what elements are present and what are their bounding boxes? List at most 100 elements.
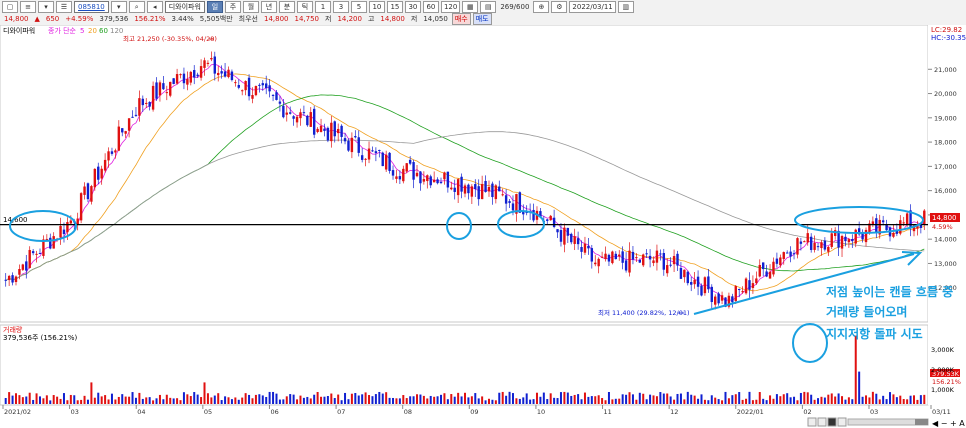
- candle-body: [107, 151, 110, 161]
- volume-bar: [789, 397, 792, 404]
- candle-body: [285, 112, 288, 115]
- tab-period-2[interactable]: 년: [260, 1, 277, 13]
- volume-bar: [796, 400, 799, 404]
- grid-icon[interactable]: ▦: [462, 1, 479, 13]
- interval-1[interactable]: 1: [314, 1, 331, 13]
- volume-bar: [361, 394, 364, 404]
- interval-3[interactable]: 3: [332, 1, 349, 13]
- volume-bar: [755, 399, 758, 404]
- candle-body: [422, 179, 426, 182]
- window-icon[interactable]: ▢: [2, 1, 18, 13]
- volume-bar: [134, 397, 137, 404]
- candle-body: [717, 293, 720, 304]
- calendar-icon[interactable]: ▥: [617, 1, 634, 13]
- candle-body: [100, 168, 103, 179]
- candle-body: [844, 236, 847, 242]
- date-input[interactable]: 2022/03/11: [569, 1, 616, 13]
- volume-bar: [895, 397, 898, 404]
- candle-body: [306, 115, 309, 126]
- volume-bar: [594, 396, 597, 404]
- tab-period-0[interactable]: 주: [224, 1, 241, 13]
- volume-bar: [847, 397, 850, 404]
- volume-bar: [450, 394, 453, 404]
- volume-bar: [285, 396, 288, 404]
- candle-body: [172, 78, 175, 85]
- candle-body: [792, 253, 796, 255]
- scroll-first-icon[interactable]: [807, 417, 817, 427]
- stock-name-field[interactable]: 디와이파워: [164, 1, 205, 13]
- menu-icon[interactable]: ≡: [20, 1, 36, 13]
- candle-body: [278, 101, 282, 104]
- y-tick-label-8: 13,000: [934, 260, 957, 268]
- candle-body: [295, 116, 299, 123]
- candle-body: [823, 240, 827, 250]
- scroll-controls[interactable]: ◀ − + A: [807, 417, 965, 428]
- volume-bar: [337, 394, 340, 404]
- volume-bar: [813, 399, 816, 404]
- volume-bar: [18, 395, 21, 404]
- candle-body: [69, 220, 73, 224]
- volume-bar: [679, 393, 682, 404]
- candle-body: [25, 261, 28, 271]
- zoom-icon[interactable]: ⊕: [533, 1, 550, 13]
- stock-code-input[interactable]: 085810: [74, 1, 109, 13]
- interval-10[interactable]: 10: [368, 1, 385, 13]
- candle-body: [357, 137, 360, 153]
- candle-body: [131, 116, 134, 118]
- chevron-down-icon[interactable]: ▾: [110, 1, 127, 13]
- volume-bar: [381, 393, 384, 404]
- y-tick-label-2: 19,000: [934, 114, 957, 122]
- quote-change: 650: [45, 15, 60, 23]
- volume-bar: [114, 399, 117, 404]
- candle-body: [309, 112, 312, 127]
- dropdown-icon[interactable]: ▾: [38, 1, 54, 13]
- candle-body: [600, 256, 604, 258]
- volume-bar: [909, 395, 912, 404]
- quote-price: 14,800: [4, 15, 29, 23]
- zoom-controls[interactable]: ◀ − + A: [932, 419, 965, 428]
- chart-icon[interactable]: ▤: [480, 1, 497, 13]
- sell-button[interactable]: 매도: [472, 13, 492, 25]
- candle-body: [854, 229, 857, 244]
- scrollbar-thumb[interactable]: [915, 419, 928, 425]
- candle-body: [217, 72, 220, 76]
- volume-bar: [429, 395, 432, 404]
- interval-15[interactable]: 15: [386, 1, 403, 13]
- interval-120[interactable]: 120: [440, 1, 461, 13]
- volume-bar: [649, 394, 652, 404]
- x-tick-label-6: 08: [404, 408, 412, 416]
- volume-bar: [693, 395, 696, 404]
- volume-bar: [100, 396, 103, 404]
- tab-day[interactable]: 일: [206, 1, 223, 13]
- tab-period-1[interactable]: 월: [242, 1, 259, 13]
- candle-body: [367, 148, 371, 160]
- candle-body: [326, 127, 330, 141]
- chart-area: 21,00020,00019,00018,00017,00016,00015,0…: [0, 25, 966, 428]
- interval-5[interactable]: 5: [350, 1, 367, 13]
- interval-30[interactable]: 30: [404, 1, 421, 13]
- buy-button[interactable]: 매수: [451, 13, 471, 25]
- volume-current: 379,536주 (156.21%): [3, 334, 77, 342]
- settings-icon[interactable]: ⚙: [551, 1, 568, 13]
- candle-body: [624, 260, 628, 271]
- candle-body: [254, 86, 258, 96]
- volume-bar: [296, 399, 299, 404]
- scroll-prev-icon[interactable]: [817, 417, 827, 427]
- candle-body: [62, 229, 66, 235]
- scroll-stop-icon[interactable]: [827, 417, 837, 427]
- volume-bar: [265, 396, 268, 404]
- candle-body: [642, 254, 645, 266]
- candle-body: [700, 285, 703, 296]
- search-icon[interactable]: ⌕: [128, 1, 145, 13]
- prev-icon[interactable]: ◂: [146, 1, 163, 13]
- tab-period-5[interactable]: 틱: [296, 1, 313, 13]
- interval-60[interactable]: 60: [422, 1, 439, 13]
- volume-bar: [368, 395, 371, 404]
- tab-period-3[interactable]: 분: [278, 1, 295, 13]
- candle-body: [789, 251, 792, 257]
- list-icon[interactable]: ☰: [56, 1, 72, 13]
- candle-body: [45, 238, 49, 240]
- candle-body: [179, 74, 182, 76]
- scroll-next-icon[interactable]: [837, 417, 847, 427]
- candle-body: [227, 69, 230, 78]
